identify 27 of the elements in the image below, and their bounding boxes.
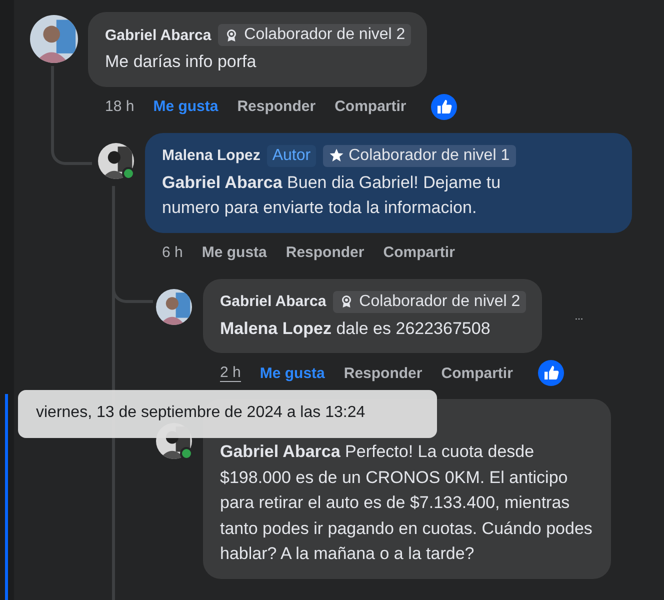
action-link[interactable]: Compartir <box>383 244 455 261</box>
like-reaction-icon[interactable] <box>538 360 564 386</box>
action-link[interactable]: Compartir <box>441 364 513 382</box>
contributor-badge: Colaborador de nivel 1 <box>322 144 516 166</box>
action-link[interactable]: Me gusta <box>202 244 267 261</box>
comment-text: Malena Lopez dale es 2622367508 <box>220 318 492 340</box>
contributor-badge: Colaborador de nivel 2 <box>333 290 526 312</box>
star-icon <box>328 148 344 163</box>
action-link[interactable]: Responder <box>344 364 422 382</box>
author-name[interactable]: Gabriel Abarca <box>220 293 326 310</box>
date-tooltip: viernes, 13 de septiembre de 2024 a las 13:24 <box>18 390 437 438</box>
action-link[interactable]: Responder <box>286 244 364 261</box>
timestamp-link[interactable]: 2 h <box>220 364 241 382</box>
contributor-badge: Colaborador de nivel 2 <box>218 24 412 46</box>
action-link[interactable]: Me gusta <box>260 364 325 382</box>
action-link[interactable]: Compartir <box>334 98 406 115</box>
author-name[interactable]: Gabriel Abarca <box>105 26 212 44</box>
author-tag: Autor <box>267 144 316 166</box>
comment-text: Gabriel Abarca Buen dia Gabriel! Dejame tu numero para enviarte toda la informacion. <box>162 172 502 219</box>
action-link[interactable]: Responder <box>237 98 316 115</box>
timestamp-link[interactable]: 18 h <box>105 98 134 115</box>
comment-text: Me darías info porfa <box>105 51 258 73</box>
action-link[interactable]: Me gusta <box>153 98 218 115</box>
like-reaction-icon[interactable] <box>431 94 458 120</box>
comment-text: Gabriel Abarca Perfecto! La cuota desde $198.000 es de un CRONOS 0KM. El anticipo para retirar el auto es de $7.133.400, mientras tanto podes ir pagando en cuotas. Cuándo podes hablar? A la mañana o a la tarde? <box>220 441 594 565</box>
author-name[interactable]: Malena Lopez <box>162 147 260 164</box>
timestamp-link[interactable]: 6 h <box>162 244 183 261</box>
